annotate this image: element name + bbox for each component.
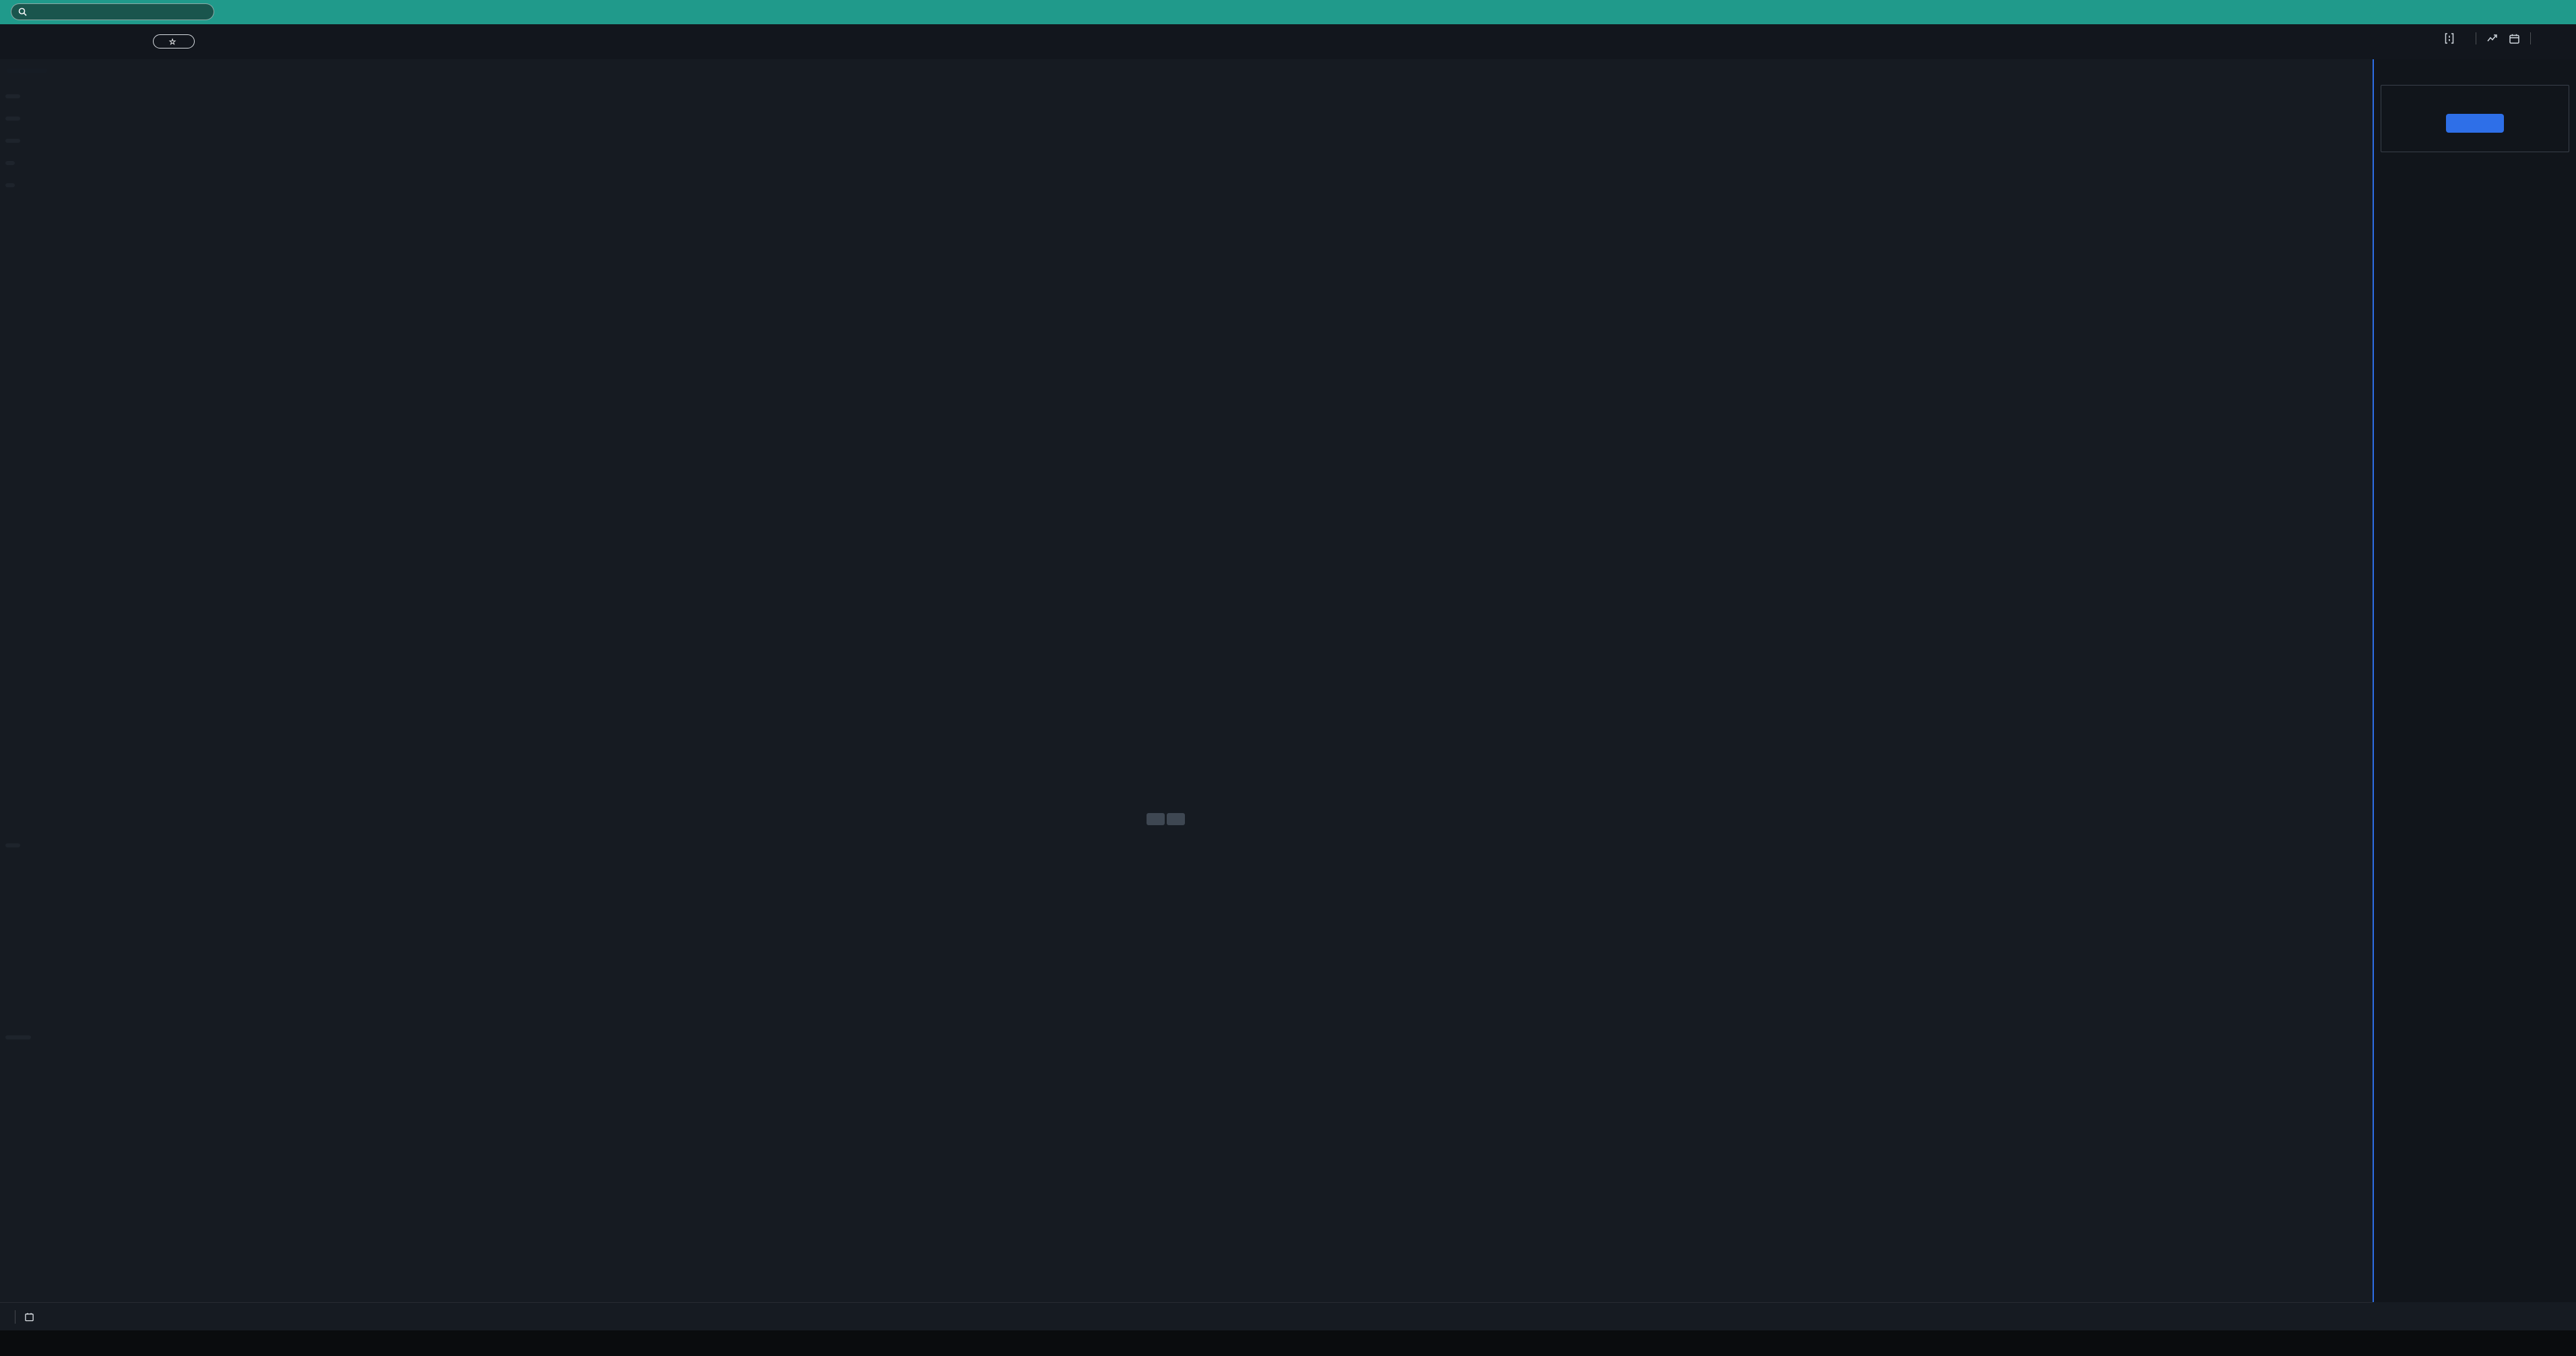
calendar-icon (25, 1312, 34, 1322)
compare-icon[interactable] (2487, 34, 2499, 43)
indicator-chip-vol-profile[interactable] (5, 183, 15, 187)
sign-in-button[interactable] (2446, 114, 2504, 133)
signin-prompt-box (2381, 85, 2569, 152)
zoom-out-button[interactable] (1147, 813, 1165, 825)
chart-zoom-controls (1147, 813, 1185, 825)
zoom-in-button[interactable] (1167, 813, 1185, 825)
price-chart-canvas[interactable] (0, 0, 2373, 1302)
star-icon: ☆ (169, 37, 176, 46)
indicator-chip-vol-undr[interactable] (5, 94, 20, 98)
toolbar-divider (2530, 32, 2531, 44)
indicator-chip-bollinger[interactable] (5, 139, 20, 143)
date-range-picker[interactable] (25, 1312, 38, 1322)
indicator-chip-ma[interactable] (5, 117, 20, 121)
page-footer (0, 1330, 2576, 1356)
yahoo-finance-logo[interactable] (0, 0, 2576, 24)
top-navigation-bar (0, 0, 2576, 24)
follow-button[interactable]: ☆ (153, 34, 195, 49)
indicator-chip-vwap[interactable] (5, 161, 15, 165)
symbol-header: ☆ (0, 24, 2576, 59)
portfolio-sidebar (2373, 59, 2576, 1302)
range-toolbar (0, 1302, 2373, 1330)
indicator-chip-rsi[interactable] (5, 843, 20, 847)
events-icon[interactable] (2445, 33, 2454, 44)
indicator-chip-macd[interactable] (5, 1035, 31, 1039)
chart-toolbar (2430, 32, 2556, 44)
ohlc-readout (7, 69, 47, 73)
yahoo-finance-chart-app: ☆ (0, 0, 2576, 1356)
calendar-icon[interactable] (2509, 34, 2519, 44)
